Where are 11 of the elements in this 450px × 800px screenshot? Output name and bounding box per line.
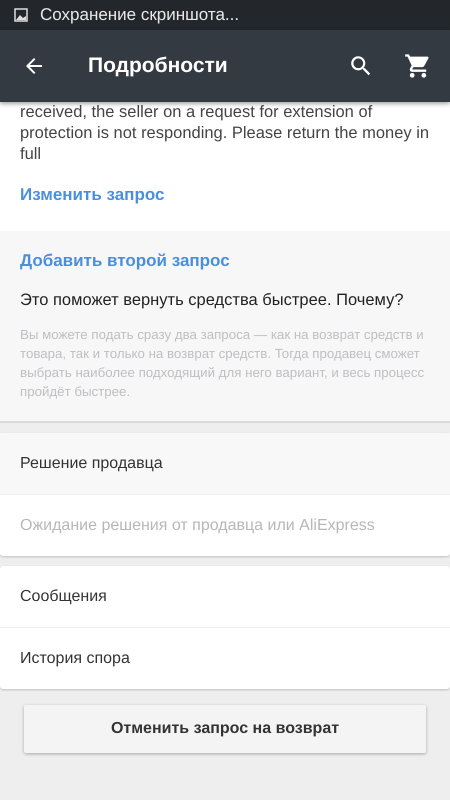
menu-item[interactable]: Сообщения bbox=[0, 566, 450, 628]
notification-text: Сохранение скриншота... bbox=[40, 5, 240, 25]
request-text: received, the seller on a request for extension of protection is not responding. Please return the money in full bbox=[20, 102, 430, 165]
status-text: Ожидание решения от продавца или AliExpress bbox=[19, 516, 376, 536]
section-title: Решение продавца bbox=[0, 433, 450, 495]
cancel-request-button[interactable]: Отменить запрос на возврат bbox=[24, 705, 426, 753]
description-text: Вы можете подать сразу два запроса — как на возврат средств и товара, так и только на возврат средств. Тогда продавец сможет выбрать наиболее подходящий для него вариант, и весь процесс пройдёт быстрее. bbox=[20, 326, 426, 401]
headline-text: Это поможет вернуть средства быстрее. Почему? bbox=[20, 290, 405, 311]
page-title: Подробности bbox=[88, 54, 229, 78]
image-icon bbox=[14, 8, 28, 22]
menu-item[interactable]: История спора bbox=[0, 628, 450, 689]
